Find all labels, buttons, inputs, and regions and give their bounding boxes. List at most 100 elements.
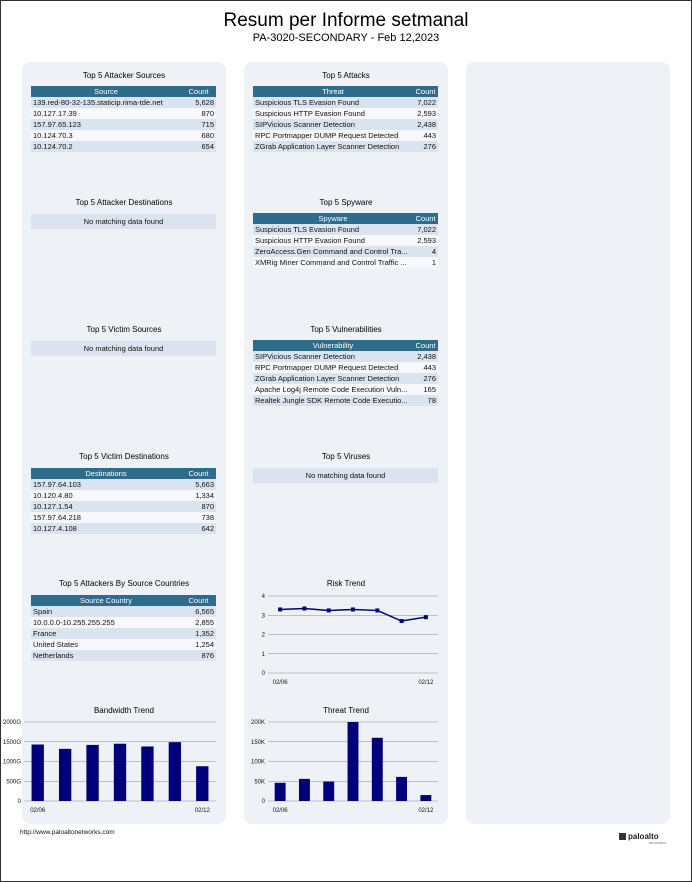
spyware-table: Spyware Count Suspicious TLS Evasion Fou… <box>253 213 438 268</box>
table-cell-count: 443 <box>413 130 438 141</box>
data-point <box>351 607 355 612</box>
threat-trend-title: Threat Trend <box>323 706 369 715</box>
table-cell-count: 2,593 <box>413 108 438 119</box>
victim-destinations-title: Top 5 Victim Destinations <box>79 452 169 461</box>
table-cell-name: ZGrab Application Layer Scanner Detectio… <box>253 373 413 384</box>
viruses-empty: No matching data found <box>253 468 438 483</box>
table-cell-name: 10.127.1.54 <box>31 501 181 512</box>
table-row: SIPVicious Scanner Detection 2,438 <box>253 351 438 362</box>
table-cell-name: 10.0.0.0-10.255.255.255 <box>31 617 181 628</box>
report-subtitle: PA-3020-SECONDARY - Feb 12,2023 <box>252 32 440 44</box>
table-cell-name: SIPVicious Scanner Detection <box>253 351 413 362</box>
attacker-destinations-title: Top 5 Attacker Destinations <box>75 198 173 207</box>
bar <box>113 743 127 801</box>
table-cell-name: ZeroAccess.Gen Command and Control Tra..… <box>253 246 413 257</box>
table-cell-name: 139.red-80-32-135.staticip.rima-tde.net <box>31 97 181 108</box>
table-cell-name: Suspicious TLS Evasion Found <box>253 224 413 235</box>
table-row: XMRig Miner Command and Control Traffic … <box>253 257 438 268</box>
column-header-count: Count <box>413 213 438 224</box>
y-tick-label: 1000G <box>3 760 21 766</box>
x-tick-label: 02/06 <box>30 808 46 814</box>
footer-url: http://www.paloaltonetworks.com <box>20 829 115 836</box>
table-row: 10.0.0.0-10.255.255.255 2,855 <box>31 617 216 628</box>
bar <box>298 778 310 801</box>
table-cell-count: 2,438 <box>413 351 438 362</box>
table-row: SIPVicious Scanner Detection 2,438 <box>253 119 438 130</box>
table-row: Apache Log4j Remote Code Execution Vuln.… <box>253 384 438 395</box>
attacks-table: Threat Count Suspicious TLS Evasion Foun… <box>253 86 438 152</box>
paloalto-logo: paloalto NETWORKS <box>619 832 666 845</box>
x-tick-label: 02/12 <box>418 808 434 814</box>
table-cell-count: 876 <box>181 650 216 661</box>
y-tick-label: 2 <box>262 633 266 639</box>
data-point <box>375 608 380 613</box>
column-header-count: Count <box>181 595 216 606</box>
y-tick-label: 3 <box>262 613 266 619</box>
bar <box>420 795 432 801</box>
y-tick-label: 0 <box>262 799 266 805</box>
table-cell-name: 10.120.4.80 <box>31 490 181 501</box>
table-row: 10.127.4.108 642 <box>31 523 216 534</box>
y-tick-label: 50K <box>254 779 265 785</box>
data-point <box>423 615 428 620</box>
vulnerabilities-table: Vulnerability Count SIPVicious Scanner D… <box>253 340 438 406</box>
attacks-rows: Suspicious TLS Evasion Found 7,022 Suspici… <box>253 97 438 152</box>
spyware-rows: Suspicious TLS Evasion Found 7,022 Suspici… <box>253 224 438 268</box>
table-cell-count: 165 <box>413 384 438 395</box>
column-header-count: Count <box>181 468 216 479</box>
table-cell-name: Suspicious TLS Evasion Found <box>253 97 413 108</box>
table-cell-name: Suspicious HTTP Evasion Found <box>253 235 413 246</box>
table-row: RPC Portmapper DUMP Request Detected 443 <box>253 362 438 373</box>
table-cell-count: 443 <box>413 362 438 373</box>
table-cell-count: 1,334 <box>181 490 216 501</box>
logo-mark-icon <box>619 833 626 840</box>
table-row: Suspicious TLS Evasion Found 7,022 <box>253 224 438 235</box>
table-cell-count: 5,628 <box>181 97 216 108</box>
table-row: ZeroAccess.Gen Command and Control Tra..… <box>253 246 438 257</box>
table-row: 157.97.64.218 738 <box>31 512 216 523</box>
table-cell-count: 6,565 <box>181 606 216 617</box>
table-cell-count: 642 <box>181 523 216 534</box>
table-cell-name: XMRig Miner Command and Control Traffic … <box>253 257 413 268</box>
table-cell-count: 738 <box>181 512 216 523</box>
table-cell-count: 654 <box>181 141 216 152</box>
bar <box>168 742 182 801</box>
attacker-sources-table: Source Count 139.red-80-32-135.staticip.… <box>31 86 216 152</box>
left-column-panel: Top 5 Attacker Sources Source Count 139.… <box>3 62 226 824</box>
table-cell-count: 4 <box>413 246 438 257</box>
victim-sources-title: Top 5 Victim Sources <box>86 325 162 334</box>
table-cell-count: 1,254 <box>181 639 216 650</box>
table-cell-count: 7,022 <box>413 97 438 108</box>
column-header-count: Count <box>413 340 438 351</box>
table-row: United States 1,254 <box>31 639 216 650</box>
spyware-title: Top 5 Spyware <box>319 198 373 207</box>
table-cell-count: 2,438 <box>413 119 438 130</box>
bar <box>347 722 359 801</box>
table-cell-count: 78 <box>413 395 438 406</box>
x-tick-label: 02/06 <box>273 808 289 814</box>
column-header-threat: Threat <box>253 86 413 97</box>
table-cell-count: 1,352 <box>181 628 216 639</box>
table-cell-name: Suspicious HTTP Evasion Found <box>253 108 413 119</box>
vulnerabilities-rows: SIPVicious Scanner Detection 2,438 RPC Por… <box>253 351 438 406</box>
table-cell-name: SIPVicious Scanner Detection <box>253 119 413 130</box>
table-cell-count: 7,022 <box>413 224 438 235</box>
column-header-spyware: Spyware <box>253 213 413 224</box>
data-point <box>326 608 331 613</box>
table-cell-name: United States <box>31 639 181 650</box>
y-tick-label: 1500G <box>3 740 21 746</box>
table-row: 10.124.70.2 654 <box>31 141 216 152</box>
table-row: France 1,352 <box>31 628 216 639</box>
y-tick-label: 100K <box>251 760 265 766</box>
table-cell-name: 10.124.70.2 <box>31 141 181 152</box>
victim-destinations-table: Destinations Count 157.97.64.103 5,663 10.… <box>31 468 216 534</box>
table-row: 10.120.4.80 1,334 <box>31 490 216 501</box>
bar <box>396 776 408 801</box>
table-cell-count: 680 <box>181 130 216 141</box>
y-tick-label: 0 <box>18 799 22 805</box>
threat-trend-chart: 0 50K 100K 150K 200K 02/06 02/12 <box>251 720 438 814</box>
source-countries-table: Source Country Count Spain 6,565 10.0.0.0-… <box>31 595 216 661</box>
table-cell-count: 1 <box>413 257 438 268</box>
y-tick-label: 1 <box>262 652 266 658</box>
logo-text: paloalto <box>628 832 659 841</box>
